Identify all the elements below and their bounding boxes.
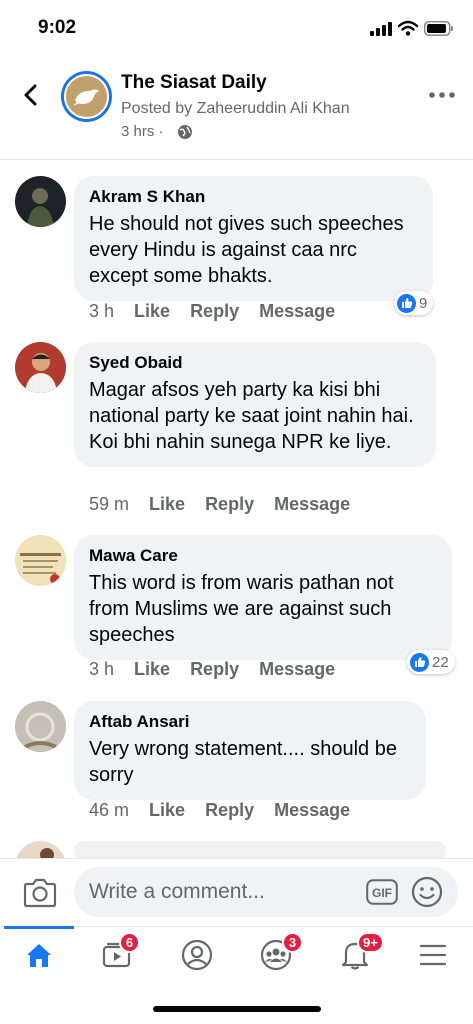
like-button[interactable]: Like xyxy=(149,494,185,515)
home-icon xyxy=(27,944,51,967)
battery-icon xyxy=(424,21,453,36)
comment-bubble[interactable]: Akram S Khan He should not gives such sp… xyxy=(74,176,433,301)
watch-badge: 6 xyxy=(119,932,140,953)
comment-author[interactable]: Mawa Care xyxy=(89,545,437,567)
comment-time: 3 h xyxy=(89,301,115,321)
comment-input[interactable] xyxy=(74,867,458,917)
avatar-photo xyxy=(15,535,66,586)
message-button[interactable]: Message xyxy=(274,800,350,821)
avatar[interactable] xyxy=(15,176,66,227)
menu-icon xyxy=(419,944,447,966)
comment-author[interactable]: Syed Obaid xyxy=(89,352,421,374)
thumbs-up-icon xyxy=(397,293,416,313)
page-title[interactable]: The Siasat Daily xyxy=(121,72,267,94)
reply-button[interactable]: Reply xyxy=(190,659,239,680)
comment-text: Magar afsos yeh party ka kisi bhi nation… xyxy=(89,379,414,453)
gif-button[interactable]: GIF xyxy=(366,879,398,905)
groups-badge: 3 xyxy=(282,932,303,953)
message-button[interactable]: Message xyxy=(274,494,350,515)
globe-icon xyxy=(178,125,192,139)
post-header: The Siasat Daily Posted by Zaheeruddin A… xyxy=(0,56,473,160)
comment-bubble[interactable]: Syed Obaid Magar afsos yeh party ka kisi… xyxy=(74,342,436,467)
tab-home[interactable] xyxy=(14,935,64,975)
emoji-icon[interactable] xyxy=(411,876,443,908)
active-tab-indicator xyxy=(4,926,74,929)
gif-label: GIF xyxy=(372,886,392,900)
comment-text: This word is from waris pathan not from … xyxy=(89,572,394,646)
cellular-signal-icon xyxy=(370,22,392,36)
page-avatar[interactable] xyxy=(61,71,112,122)
more-options-button[interactable] xyxy=(428,87,456,103)
reply-button[interactable]: Reply xyxy=(205,800,254,821)
comment-actions: 46 m Like Reply Message xyxy=(89,800,370,821)
comment-time: 46 m xyxy=(89,800,130,820)
comment-actions: 59 m Like Reply Message xyxy=(89,494,370,515)
tab-profile[interactable] xyxy=(172,935,222,975)
avatar[interactable] xyxy=(15,535,66,586)
notifications-badge: 9+ xyxy=(357,932,384,953)
comment-time: 59 m xyxy=(89,494,130,514)
avatar-photo xyxy=(27,188,54,227)
message-button[interactable]: Message xyxy=(259,301,335,322)
home-indicator xyxy=(153,1006,321,1012)
message-button[interactable]: Message xyxy=(259,659,335,680)
dove-logo-icon xyxy=(73,89,99,106)
back-button[interactable] xyxy=(16,80,46,110)
comment-bubble[interactable]: Aftab Ansari Very wrong statement.... sh… xyxy=(74,701,426,800)
avatar[interactable] xyxy=(15,342,66,393)
reply-button[interactable]: Reply xyxy=(205,494,254,515)
reply-button[interactable]: Reply xyxy=(190,301,239,322)
reaction-number: 9 xyxy=(419,294,428,312)
camera-icon[interactable] xyxy=(22,877,58,909)
thumbs-up-icon xyxy=(410,652,429,672)
status-bar: 9:02 xyxy=(0,0,473,56)
comment-time: 3 h xyxy=(89,659,115,679)
reaction-count[interactable]: 22 xyxy=(407,650,455,674)
avatar[interactable] xyxy=(15,701,66,752)
posted-by-label: Posted by Zaheeruddin Ali Khan xyxy=(121,100,350,117)
like-button[interactable]: Like xyxy=(134,659,170,680)
tab-menu[interactable] xyxy=(408,935,458,975)
comment-composer: GIF xyxy=(0,858,473,926)
comment-actions: 3 h Like Reply Message xyxy=(89,659,355,680)
like-button[interactable]: Like xyxy=(149,800,185,821)
like-button[interactable]: Like xyxy=(134,301,170,322)
comment-text: He should not gives such speeches every … xyxy=(89,213,404,287)
reaction-count[interactable]: 9 xyxy=(394,291,434,315)
comment-text: Very wrong statement.... should be sorry xyxy=(89,738,397,786)
comment-bubble[interactable]: Mawa Care This word is from waris pathan… xyxy=(74,535,452,660)
comment-author[interactable]: Aftab Ansari xyxy=(89,711,411,733)
comment-actions: 3 h Like Reply Message xyxy=(89,301,355,322)
profile-icon xyxy=(181,939,213,971)
avatar-photo xyxy=(15,701,66,752)
post-time: 3 hrs · xyxy=(121,123,164,140)
status-time: 9:02 xyxy=(38,17,77,38)
avatar-photo xyxy=(15,342,66,393)
wifi-icon xyxy=(398,20,418,36)
comment-author[interactable]: Akram S Khan xyxy=(89,186,418,208)
reaction-number: 22 xyxy=(432,653,449,671)
